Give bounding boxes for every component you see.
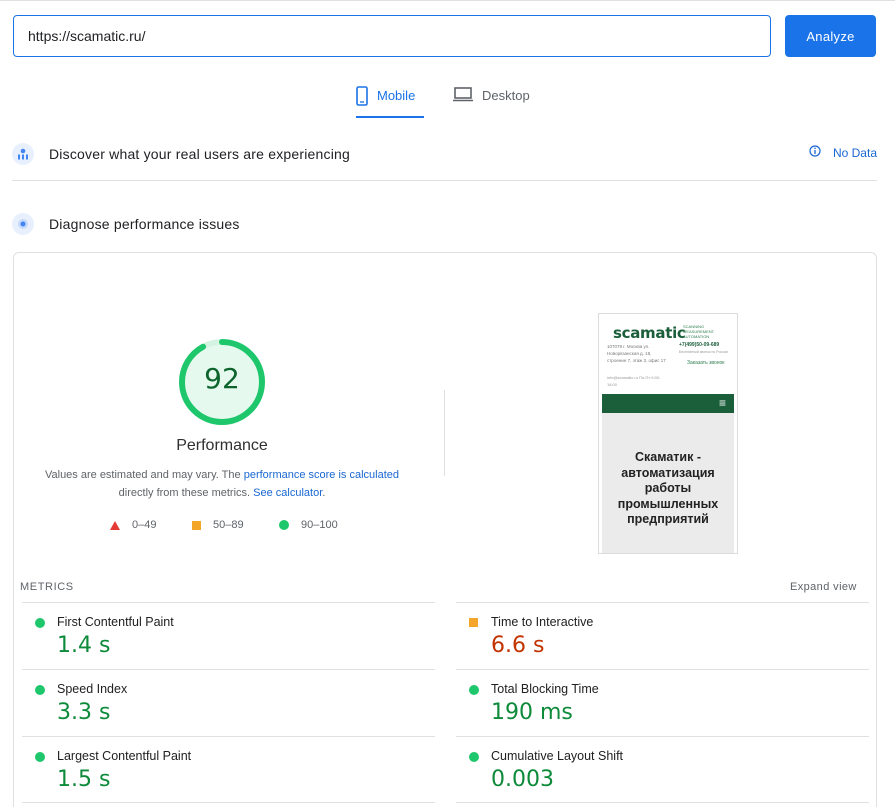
metric-largest-contentful-paint: Largest Contentful Paint 1.5 s (22, 736, 435, 803)
metric-total-blocking-time: Total Blocking Time 190 ms (456, 669, 869, 736)
metric-time-to-interactive: Time to Interactive 6.6 s (456, 602, 869, 669)
diagnose-title: Diagnose performance issues (49, 216, 240, 232)
screenshot-hero: Скаматик - автоматизация работы промышле… (602, 413, 734, 553)
metrics-label: METRICS (20, 581, 74, 593)
metric-cumulative-layout-shift: Cumulative Layout Shift 0.003 (456, 736, 869, 803)
section-divider (12, 180, 877, 181)
metric-name: Largest Contentful Paint (57, 749, 192, 763)
pass-circle-icon (35, 685, 45, 695)
metric-name: Cumulative Layout Shift (491, 749, 624, 763)
score-calculation-link[interactable]: performance score is calculated (244, 469, 399, 481)
metric-value: 1.4 s (57, 633, 111, 658)
legend-fail-label: 0–49 (132, 519, 157, 531)
screenshot-phone-sub: Бесплатный звонок по России (679, 350, 728, 354)
pass-circle-icon (469, 685, 479, 695)
top-border (0, 0, 895, 3)
metric-name: Total Blocking Time (491, 682, 599, 696)
tab-desktop-label: Desktop (482, 88, 530, 103)
tab-mobile-label: Mobile (377, 88, 416, 103)
screenshot-address: 107078 г. Москва ул. Новорязанская д. 18… (607, 344, 666, 363)
metric-first-contentful-paint: First Contentful Paint 1.4 s (22, 602, 435, 669)
no-data-label: No Data (832, 145, 877, 160)
screenshot-logo: scamatic (613, 324, 686, 342)
performance-note: Values are estimated and may vary. The p… (30, 466, 414, 502)
tab-desktop[interactable]: Desktop (453, 84, 543, 118)
metric-name: Speed Index (57, 682, 128, 696)
legend-pass-label: 90–100 (301, 519, 338, 531)
metric-value: 0.003 (491, 767, 554, 792)
discover-title: Discover what your real users are experi… (49, 146, 350, 162)
page-screenshot: scamatic SCANNING MEASUREMENT AUTOMATION… (598, 313, 738, 554)
pass-circle-icon (279, 520, 289, 530)
screenshot-email: info@scamatic.ru Пн-Пт 9:00-18:00 (607, 375, 661, 387)
diagnose-icon (12, 213, 34, 235)
metrics-bottom-divider-left (22, 802, 435, 803)
metric-value: 1.5 s (57, 767, 111, 792)
no-data-status: No Data (809, 145, 877, 160)
performance-title: Performance (176, 437, 268, 454)
average-square-icon (192, 520, 201, 530)
metric-value: 6.6 s (491, 633, 545, 658)
vertical-separator (444, 390, 445, 476)
smartphone-icon (356, 86, 368, 109)
metric-value: 190 ms (491, 700, 573, 725)
pass-circle-icon (35, 618, 45, 628)
screenshot-tagline: SCANNING MEASUREMENT AUTOMATION (683, 324, 715, 339)
diagnose-section: Diagnose performance issues (12, 210, 877, 238)
info-icon (809, 145, 821, 160)
metric-name: First Contentful Paint (57, 615, 174, 629)
metrics-bottom-divider-right (456, 802, 869, 803)
see-calculator-link[interactable]: See calculator (253, 487, 322, 499)
expand-view-button[interactable]: Expand view (790, 581, 857, 593)
performance-score: 92 (204, 362, 240, 395)
note-middle: directly from these metrics. (118, 487, 254, 499)
users-icon (12, 143, 34, 165)
note-prefix: Values are estimated and may vary. The (44, 469, 244, 481)
pass-circle-icon (469, 752, 479, 762)
note-suffix: . (322, 487, 326, 499)
legend-average: 50–89 (192, 519, 244, 531)
legend-pass: 90–100 (279, 519, 338, 531)
url-input[interactable] (13, 15, 771, 57)
screenshot-hero-text: Скаматик - автоматизация работы промышле… (617, 450, 719, 526)
analyze-button[interactable]: Analyze (785, 15, 876, 57)
metric-value: 3.3 s (57, 700, 111, 725)
average-square-icon (469, 618, 478, 627)
legend-fail: 0–49 (110, 519, 156, 531)
tab-mobile[interactable]: Mobile (356, 84, 424, 118)
screenshot-navbar: ≡ (602, 394, 734, 413)
pass-circle-icon (35, 752, 45, 762)
fail-triangle-icon (110, 520, 120, 530)
screenshot-call: Заказать звонок (687, 360, 725, 366)
discover-section: Discover what your real users are experi… (12, 140, 877, 168)
metric-name: Time to Interactive (491, 615, 594, 629)
legend-average-label: 50–89 (213, 519, 244, 531)
metric-speed-index: Speed Index 3.3 s (22, 669, 435, 736)
menu-icon: ≡ (718, 396, 726, 410)
screenshot-phone: +7(499)50-09-689 (679, 342, 720, 348)
laptop-icon (453, 86, 473, 105)
